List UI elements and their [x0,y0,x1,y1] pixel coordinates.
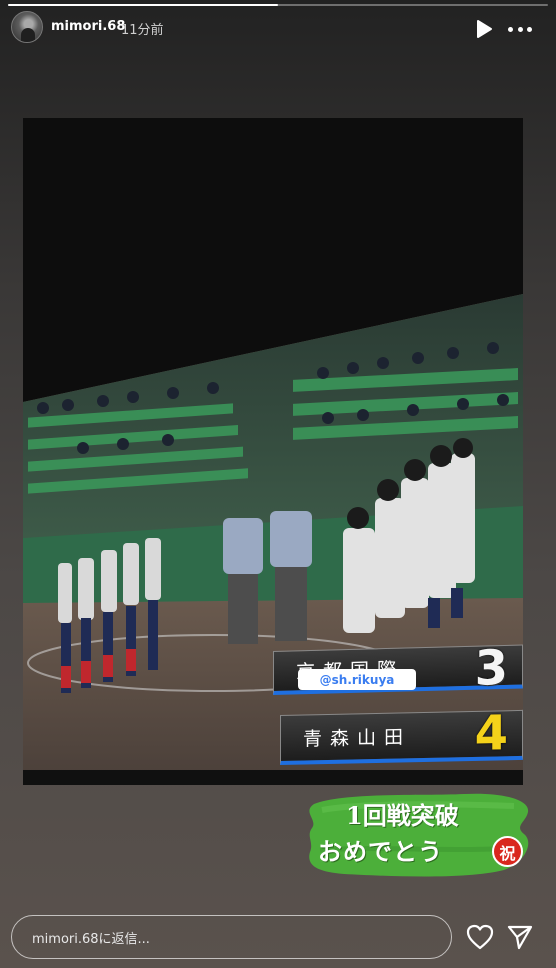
more-options-icon[interactable] [508,19,532,39]
story-progress-bar [8,4,548,6]
reply-placeholder: mimori.68に返信... [32,931,150,947]
team1-score: 3 [474,639,508,697]
team2-name: 青森山田 [303,726,412,751]
heart-icon[interactable] [466,924,494,950]
story-photo: 京都国際 3 青森山田 4 @sh.rikuya [23,118,523,785]
congrats-sticker: 1回戦突破 おめでとう 祝 [304,790,536,878]
username[interactable]: mimori.68 [51,19,125,34]
mention-tag[interactable]: @sh.rikuya [298,669,416,690]
reply-input[interactable]: mimori.68に返信... [11,915,452,959]
sticker-line1: 1回戦突破 [346,801,459,830]
play-icon[interactable] [474,19,494,39]
avatar[interactable] [11,11,43,43]
sticker-line2: おめでとう [318,837,443,866]
scoreboard-row-team2: 青森山田 4 [280,705,523,765]
story-progress-fill [8,4,278,6]
team2-score: 4 [474,705,508,762]
timestamp: 11分前 [121,23,164,38]
send-icon[interactable] [507,924,533,950]
story-header: mimori.68 11分前 [0,10,556,46]
celebration-badge: 祝 [492,836,523,867]
story-viewer[interactable]: mimori.68 11分前 3 青森山田 4 @sh.rikuya 1回戦突破… [0,0,556,968]
